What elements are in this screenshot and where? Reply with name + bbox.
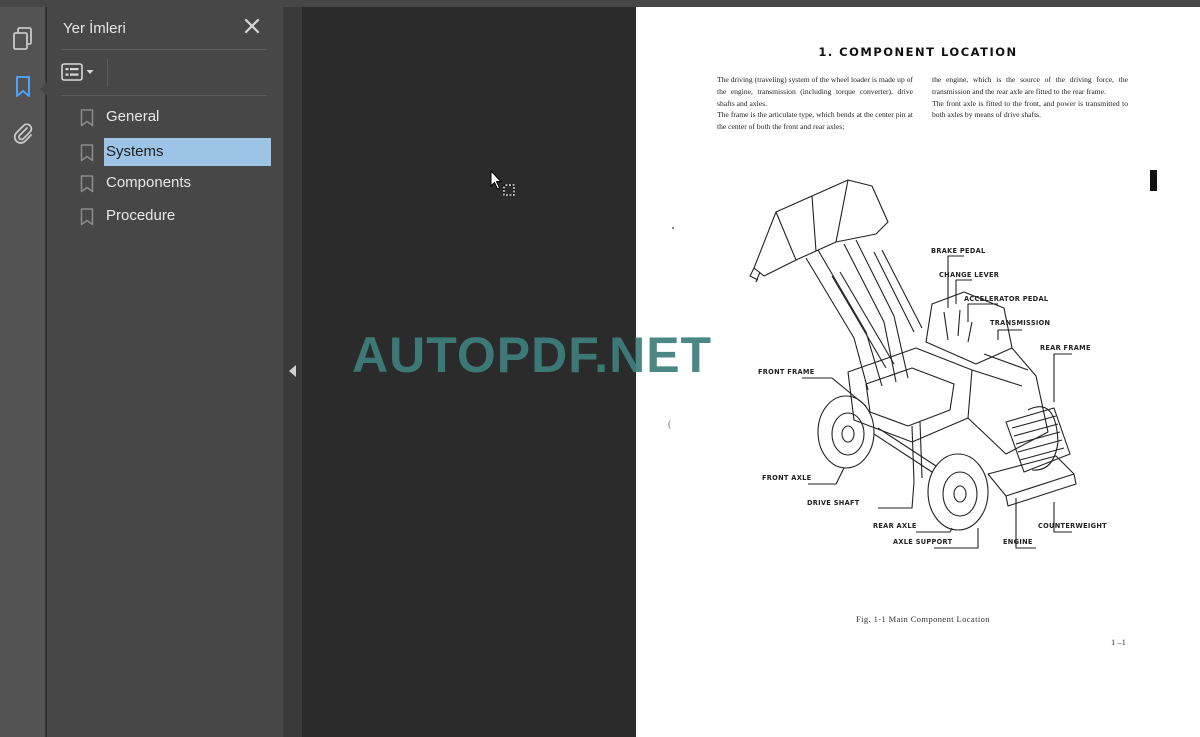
bookmark-label: Systems (104, 138, 271, 166)
label-front-axle: FRONT AXLE (762, 474, 812, 482)
window-top-border (0, 0, 1200, 7)
text-column-right: the engine, which is the source of the d… (932, 74, 1128, 121)
bookmark-icon (80, 144, 94, 162)
drag-cursor-icon (490, 170, 515, 196)
label-engine: ENGINE (1003, 538, 1033, 546)
attachment-icon[interactable] (9, 119, 37, 147)
label-axle-support: AXLE SUPPORT (893, 538, 953, 546)
figure-caption: Fig. 1-1 Main Component Location (856, 614, 990, 624)
panel-title: Yer İmleri (63, 20, 126, 37)
chevron-down-icon (86, 70, 94, 74)
paragraph: The frame is the articulate type, which … (717, 110, 913, 132)
bookmark-item-systems[interactable]: Systems (80, 138, 280, 166)
text-column-left: The driving (traveling) system of the wh… (717, 74, 913, 133)
margin-marker (1150, 170, 1157, 191)
active-tab-indicator (40, 82, 47, 96)
wheel-loader-diagram (749, 179, 1077, 549)
label-drive-shaft: DRIVE SHAFT (807, 499, 860, 507)
label-brake-pedal: BRAKE PEDAL (931, 247, 986, 255)
list-options-icon (61, 63, 83, 81)
label-transmission: TRANSMISSION (990, 319, 1051, 327)
label-counterweight: COUNTERWEIGHT (1038, 522, 1107, 530)
label-rear-frame: REAR FRAME (1040, 344, 1091, 352)
bookmark-item-general[interactable]: General (80, 103, 280, 131)
page-number: 1 –1 (1111, 637, 1126, 647)
bookmark-icon (80, 208, 94, 226)
collapse-arrow-icon[interactable] (289, 365, 296, 377)
label-change-lever: CHANGE LEVER (939, 271, 1000, 279)
bookmark-options-button[interactable] (61, 60, 101, 84)
close-icon[interactable] (243, 17, 261, 35)
pdf-page[interactable]: 1. COMPONENT LOCATION The driving (trave… (636, 7, 1200, 737)
label-rear-axle: REAR AXLE (873, 522, 917, 530)
pages-icon[interactable] (9, 25, 37, 53)
scan-speck (672, 227, 674, 229)
stray-mark: ( (668, 419, 672, 430)
bookmark-label: Procedure (106, 207, 176, 224)
page-title: 1. COMPONENT LOCATION (818, 45, 1018, 59)
divider (107, 59, 108, 87)
divider (61, 95, 267, 96)
bookmark-icon[interactable] (9, 73, 37, 101)
divider (61, 49, 267, 50)
navigation-toolbar (0, 7, 47, 737)
label-accelerator-pedal: ACCELERATOR PEDAL (964, 295, 1049, 303)
panel-splitter[interactable] (283, 7, 302, 737)
bookmark-icon (80, 109, 94, 127)
bookmarks-panel: Yer İmleri General Systems Components Pr… (47, 7, 283, 737)
watermark: AUTOPDF.NET (352, 327, 713, 383)
bookmark-icon (80, 175, 94, 193)
bookmark-item-procedure[interactable]: Procedure (80, 202, 280, 230)
paragraph: The driving (traveling) system of the wh… (717, 75, 913, 108)
label-front-frame: FRONT FRAME (758, 368, 815, 376)
paragraph: the engine, which is the source of the d… (932, 75, 1128, 96)
bookmark-label: General (106, 108, 160, 125)
bookmark-item-components[interactable]: Components (80, 169, 280, 197)
paragraph: The front axle is fitted to the front, a… (932, 98, 1128, 120)
bookmark-label: Components (106, 174, 192, 191)
